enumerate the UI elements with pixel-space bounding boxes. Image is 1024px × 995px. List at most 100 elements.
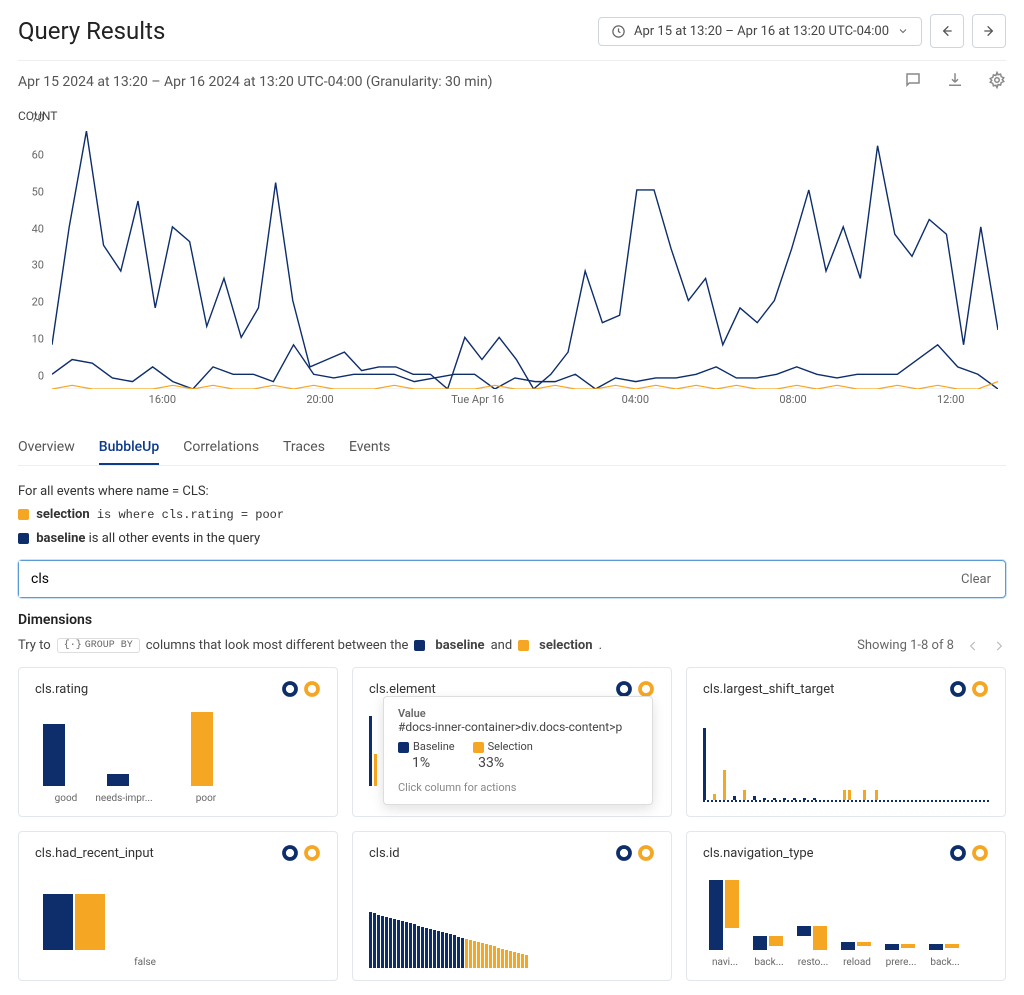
card-chart-toggle[interactable]	[281, 680, 321, 698]
header-actions: Apr 15 at 13:20 – Apr 16 at 13:20 UTC-04…	[598, 14, 1006, 48]
dimension-search[interactable]: Clear	[18, 560, 1006, 598]
baseline-swatch-hint	[414, 640, 425, 651]
tab-correlations[interactable]: Correlations	[183, 431, 259, 465]
y-tick: 60	[32, 148, 44, 161]
dimension-card[interactable]: cls.rating good needs-impr... poor	[18, 667, 338, 817]
card-head: cls.rating	[35, 680, 321, 698]
card-title: cls.rating	[35, 682, 88, 697]
dimension-cards: cls.rating good needs-impr... poor cls.e…	[18, 667, 1006, 981]
bubbleup-intro: For all events where name = CLS:	[18, 480, 1006, 503]
card-chart-toggle[interactable]	[949, 844, 989, 862]
card-mini-chart	[703, 706, 989, 804]
card-head: cls.largest_shift_target	[703, 680, 989, 698]
hint-text: Try to {·} GROUP BY columns that look mo…	[18, 638, 602, 653]
groupby-chip[interactable]: {·} GROUP BY	[57, 638, 140, 653]
x-tick: 08:00	[779, 393, 806, 406]
selection-label: selection	[36, 507, 89, 522]
dimension-card[interactable]: cls.navigation_type navi... back... rest…	[686, 831, 1006, 981]
donut-baseline-icon	[281, 680, 299, 698]
card-chart-toggle[interactable]	[615, 844, 655, 862]
selection-cond: is where cls.rating = poor	[90, 508, 284, 522]
baseline-label: baseline	[36, 531, 85, 546]
dimension-search-input[interactable]	[19, 561, 947, 597]
main-chart[interactable]: 010203040506070 16:0020:00Tue Apr 1604:0…	[18, 131, 998, 411]
pager: Showing 1-8 of 8	[857, 638, 1006, 653]
tab-events[interactable]: Events	[349, 431, 390, 465]
x-tick: 16:00	[149, 393, 176, 406]
card-head: cls.had_recent_input	[35, 844, 321, 862]
pager-text: Showing 1-8 of 8	[857, 638, 954, 653]
card-chart-toggle[interactable]	[949, 680, 989, 698]
download-button[interactable]	[946, 71, 964, 93]
arrow-right-icon	[981, 23, 997, 39]
gear-icon	[988, 71, 1006, 89]
tooltip-baseline-pct: 1%	[412, 755, 430, 771]
dimension-card[interactable]: cls.id	[352, 831, 672, 981]
selection-swatch-hint	[518, 640, 529, 651]
donut-baseline-icon	[949, 844, 967, 862]
card-title: cls.element	[369, 682, 436, 697]
tooltip-selection-pct: 33%	[478, 755, 504, 771]
bubbleup-description: For all events where name = CLS: selecti…	[18, 480, 1006, 550]
card-chart-toggle[interactable]	[281, 844, 321, 862]
clock-icon	[611, 24, 626, 39]
donut-selection-icon	[637, 844, 655, 862]
header-row: Query Results Apr 15 at 13:20 – Apr 16 a…	[18, 14, 1006, 48]
selection-swatch	[18, 509, 29, 520]
card-mini-chart: false	[35, 870, 321, 968]
tooltip-value-label: Value	[398, 707, 638, 720]
donut-baseline-icon	[281, 844, 299, 862]
donut-selection-icon	[303, 844, 321, 862]
donut-baseline-icon	[949, 680, 967, 698]
card-mini-chart	[369, 870, 655, 968]
card-head: cls.id	[369, 844, 655, 862]
x-tick: 04:00	[622, 393, 649, 406]
x-tick: Tue Apr 16	[451, 393, 504, 406]
tab-bubbleup[interactable]: BubbleUp	[99, 431, 159, 465]
y-tick: 40	[32, 222, 44, 235]
brackets-icon: {·}	[64, 640, 82, 651]
search-clear-button[interactable]: Clear	[947, 572, 1005, 587]
tab-bar: Overview BubbleUp Correlations Traces Events	[18, 431, 1006, 466]
y-tick: 30	[32, 259, 44, 272]
subheader-actions	[904, 71, 1006, 93]
plot-area	[52, 131, 998, 389]
divider	[18, 60, 1006, 61]
donut-selection-icon	[971, 680, 989, 698]
time-range-picker[interactable]: Apr 15 at 13:20 – Apr 16 at 13:20 UTC-04…	[598, 17, 922, 46]
card-title: cls.navigation_type	[703, 846, 814, 861]
page-prev-button[interactable]	[966, 639, 980, 653]
step-back-button[interactable]	[930, 14, 964, 48]
settings-button[interactable]	[988, 71, 1006, 93]
comment-button[interactable]	[904, 71, 922, 93]
dimension-card[interactable]: cls.had_recent_input false	[18, 831, 338, 981]
dimension-card[interactable]: cls.largest_shift_target	[686, 667, 1006, 817]
tooltip-footer: Click column for actions	[398, 781, 638, 794]
hint-row: Try to {·} GROUP BY columns that look mo…	[18, 638, 1006, 653]
card-head: cls.navigation_type	[703, 844, 989, 862]
y-tick: 20	[32, 296, 44, 309]
card-mini-chart: navi... back... resto... reload prere...…	[703, 870, 989, 968]
tooltip-value: #docs-inner-container>div.docs-content>p	[398, 720, 638, 734]
baseline-cond: is all other events in the query	[85, 531, 260, 546]
dimensions-label: Dimensions	[18, 612, 1006, 628]
y-tick: 50	[32, 185, 44, 198]
donut-selection-icon	[303, 680, 321, 698]
donut-baseline-icon	[615, 844, 633, 862]
tab-traces[interactable]: Traces	[283, 431, 325, 465]
dimension-card[interactable]: cls.element Value #docs-inner-container>…	[352, 667, 672, 817]
page-next-button[interactable]	[992, 639, 1006, 653]
y-tick: 70	[32, 112, 44, 125]
chevron-down-icon	[897, 25, 909, 37]
time-range-text: Apr 15 at 13:20 – Apr 16 at 13:20 UTC-04…	[634, 24, 889, 39]
card-title: cls.id	[369, 846, 400, 861]
page-title: Query Results	[18, 17, 165, 45]
y-axis: 010203040506070	[18, 131, 48, 389]
baseline-line: baseline is all other events in the quer…	[18, 527, 1006, 550]
tab-overview[interactable]: Overview	[18, 431, 75, 465]
selection-line: selection is where cls.rating = poor	[18, 503, 1006, 527]
step-forward-button[interactable]	[972, 14, 1006, 48]
comment-icon	[904, 71, 922, 89]
x-axis: 16:0020:00Tue Apr 1604:0008:0012:00	[52, 391, 998, 411]
donut-selection-icon	[971, 844, 989, 862]
